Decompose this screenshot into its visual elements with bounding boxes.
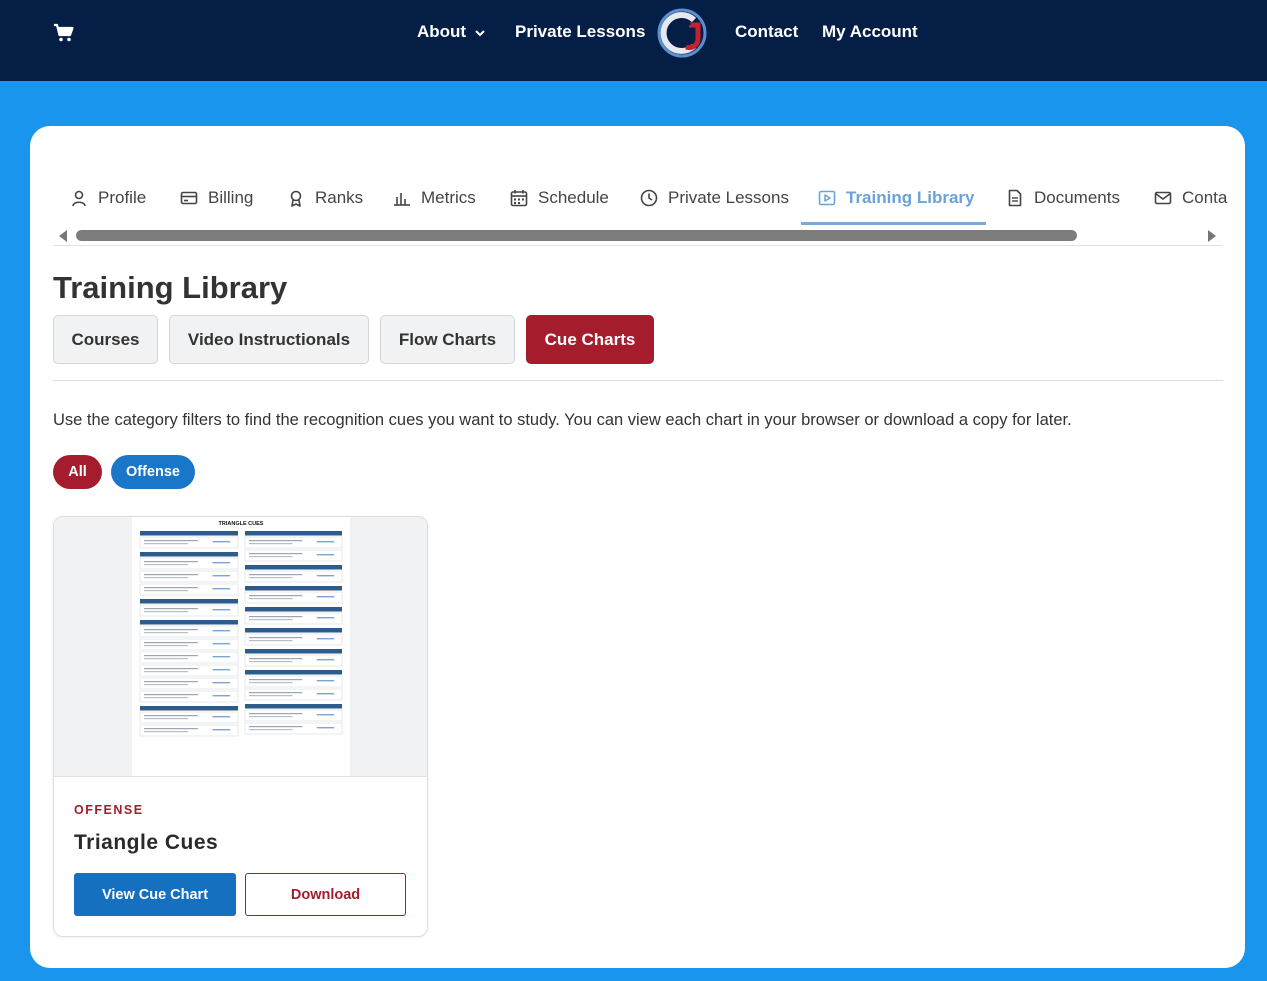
active-tab-indicator bbox=[801, 222, 986, 225]
view-cue-chart-button[interactable]: View Cue Chart bbox=[74, 873, 236, 916]
nav-about[interactable]: About bbox=[417, 22, 486, 42]
filter-offense[interactable]: Offense bbox=[111, 455, 195, 489]
account-panel: Profile Billing Ranks Metrics Schedule P… bbox=[30, 126, 1245, 968]
nav-about-label: About bbox=[417, 22, 467, 41]
cue-chart-card: TRIANGLE CUES OFFENSE Triangle Cues View… bbox=[53, 516, 428, 937]
bar-chart-icon bbox=[394, 193, 410, 206]
tab-private-lessons[interactable]: Private Lessons bbox=[640, 186, 789, 210]
tab-documents[interactable]: Documents bbox=[1006, 186, 1120, 210]
subtab-video-instructionals[interactable]: Video Instructionals bbox=[169, 315, 369, 364]
filter-all[interactable]: All bbox=[53, 455, 102, 489]
thumbnail-sheet-graphic bbox=[139, 531, 343, 737]
chart-thumbnail-page: TRIANGLE CUES bbox=[132, 517, 350, 776]
tab-ranks[interactable]: Ranks bbox=[287, 186, 363, 210]
tab-label: Training Library bbox=[846, 188, 975, 207]
subtab-flow-charts[interactable]: Flow Charts bbox=[380, 315, 515, 364]
tab-label: Schedule bbox=[538, 188, 609, 207]
account-tabs: Profile Billing Ranks Metrics Schedule P… bbox=[30, 126, 1245, 246]
subtab-cue-charts[interactable]: Cue Charts bbox=[526, 315, 654, 364]
tab-training-library[interactable]: Training Library bbox=[818, 186, 974, 210]
tab-label: Profile bbox=[98, 188, 147, 207]
tab-label: Billing bbox=[208, 188, 254, 207]
subtabs-divider bbox=[53, 380, 1223, 381]
card-category: OFFENSE bbox=[74, 803, 144, 817]
brand-logo[interactable] bbox=[656, 7, 708, 59]
subtab-courses[interactable]: Courses bbox=[53, 315, 158, 364]
card-title: Triangle Cues bbox=[74, 831, 219, 854]
document-icon bbox=[1008, 189, 1022, 207]
clock-icon bbox=[640, 189, 658, 207]
download-button[interactable]: Download bbox=[245, 873, 406, 916]
medal-icon bbox=[290, 190, 302, 207]
tab-label: Ranks bbox=[315, 188, 364, 207]
tab-contact[interactable]: Conta bbox=[1154, 186, 1227, 210]
mail-icon bbox=[1154, 191, 1172, 205]
nav-private-lessons[interactable]: Private Lessons bbox=[515, 22, 645, 42]
tab-schedule[interactable]: Schedule bbox=[510, 186, 609, 210]
nav-contact[interactable]: Contact bbox=[735, 22, 798, 42]
tab-profile[interactable]: Profile bbox=[70, 186, 146, 210]
tab-label: Documents bbox=[1034, 188, 1120, 207]
page-title: Training Library bbox=[53, 270, 288, 305]
chevron-down-icon bbox=[475, 29, 485, 36]
intro-text: Use the category filters to find the rec… bbox=[53, 411, 1072, 429]
play-icon bbox=[818, 190, 836, 206]
card-icon bbox=[180, 191, 198, 205]
cart-icon[interactable] bbox=[53, 23, 75, 43]
tab-metrics[interactable]: Metrics bbox=[393, 186, 476, 210]
top-navigation: About Private Lessons Contact My Account bbox=[0, 0, 1267, 81]
scroll-left-arrow-icon[interactable] bbox=[58, 229, 68, 243]
tabs-divider bbox=[53, 245, 1223, 246]
tab-label: Private Lessons bbox=[668, 188, 789, 207]
tab-label: Metrics bbox=[421, 188, 476, 207]
tab-billing[interactable]: Billing bbox=[180, 186, 253, 210]
chart-thumbnail[interactable]: TRIANGLE CUES bbox=[54, 517, 427, 777]
person-icon bbox=[72, 190, 86, 207]
scrollbar-thumb[interactable] bbox=[76, 230, 1077, 241]
nav-my-account[interactable]: My Account bbox=[822, 22, 918, 42]
calendar-icon bbox=[510, 190, 528, 207]
scroll-right-arrow-icon[interactable] bbox=[1207, 229, 1217, 243]
tab-label: Conta bbox=[1182, 188, 1228, 207]
